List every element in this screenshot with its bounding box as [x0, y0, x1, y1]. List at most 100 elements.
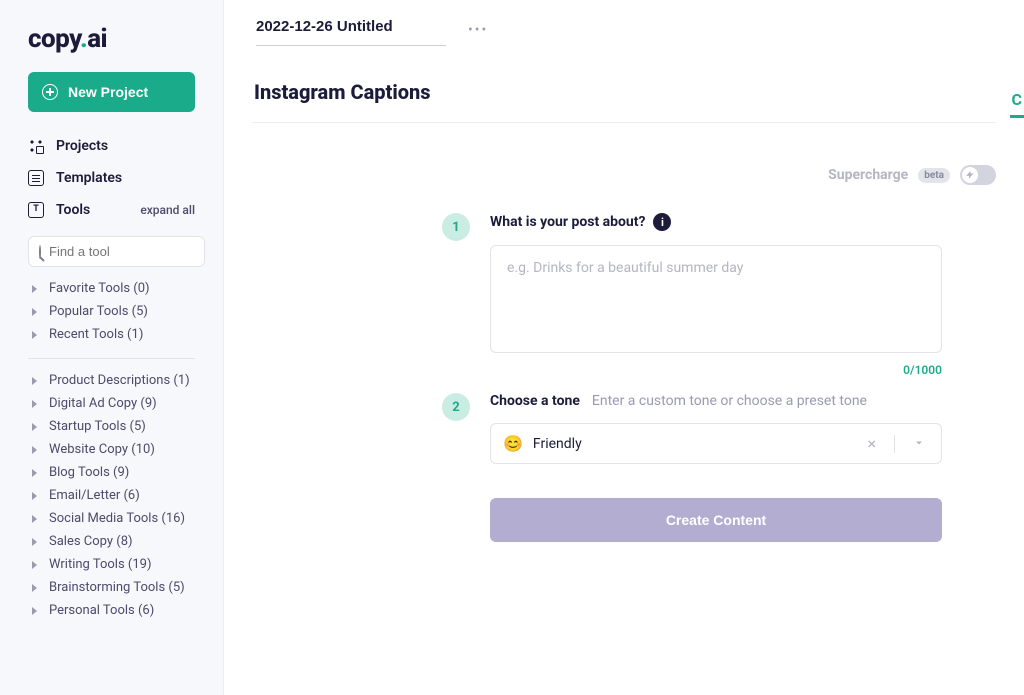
sidebar-item-label: Email/Letter (6)	[49, 488, 140, 503]
step-2-label: Choose a tone Enter a custom tone or cho…	[490, 393, 942, 409]
sidebar-item-personal-tools[interactable]: Personal Tools (6)	[0, 599, 223, 622]
sidebar-item-label: Brainstorming Tools (5)	[49, 580, 185, 595]
chevron-right-icon	[32, 515, 37, 523]
form: 1 What is your post about? i 0/1000 2	[442, 213, 942, 542]
projects-icon	[28, 138, 44, 154]
chevron-right-icon	[32, 469, 37, 477]
chevron-right-icon	[32, 423, 37, 431]
project-title-input[interactable]	[256, 14, 446, 46]
new-project-label: New Project	[68, 84, 148, 100]
bolt-icon	[965, 170, 975, 180]
step-1-badge: 1	[442, 213, 470, 241]
tool-search[interactable]	[28, 236, 205, 267]
sidebar-item-label: Personal Tools (6)	[49, 603, 154, 618]
step-1-label: What is your post about? i	[490, 213, 942, 231]
sidebar-item-brainstorming-tools[interactable]: Brainstorming Tools (5)	[0, 576, 223, 599]
step-2: 2 Choose a tone Enter a custom tone or c…	[442, 393, 942, 542]
nav-tools[interactable]: Tools expand all	[0, 194, 223, 226]
toggle-knob	[962, 167, 978, 183]
sidebar-item-label: Sales Copy (8)	[49, 534, 133, 549]
step-2-hint: Enter a custom tone or choose a preset t…	[592, 393, 867, 409]
supercharge-row: Supercharge beta	[252, 123, 996, 213]
chevron-right-icon	[32, 584, 37, 592]
sidebar-item-recent-tools[interactable]: Recent Tools (1)	[0, 323, 223, 346]
chevron-right-icon	[32, 400, 37, 408]
sidebar-item-favorite-tools[interactable]: Favorite Tools (0)	[0, 277, 223, 300]
sidebar-item-writing-tools[interactable]: Writing Tools (19)	[0, 553, 223, 576]
new-project-button[interactable]: New Project	[28, 72, 195, 112]
chevron-right-icon	[32, 561, 37, 569]
chevron-right-icon	[32, 538, 37, 546]
plus-circle-icon	[42, 84, 58, 100]
divider	[28, 358, 195, 359]
chevron-right-icon	[32, 607, 37, 615]
templates-icon	[28, 170, 44, 186]
supercharge-label: Supercharge	[828, 167, 908, 183]
character-counter: 0/1000	[490, 363, 942, 377]
separator	[894, 435, 895, 453]
sidebar-item-label: Writing Tools (19)	[49, 557, 151, 572]
brand-name-ai: ai	[87, 24, 107, 54]
sidebar-item-label: Social Media Tools (16)	[49, 511, 185, 526]
main-content: ••• Instagram Captions C Supercharge bet…	[224, 0, 1024, 695]
nav-projects[interactable]: Projects	[0, 130, 223, 162]
nav-projects-label: Projects	[56, 138, 108, 154]
nav-templates-label: Templates	[56, 170, 122, 186]
info-icon[interactable]: i	[653, 213, 671, 231]
sidebar-item-social-media-tools[interactable]: Social Media Tools (16)	[0, 507, 223, 530]
post-about-input[interactable]	[490, 245, 942, 353]
primary-nav: Projects Templates Tools expand all	[0, 130, 223, 232]
sidebar-item-label: Favorite Tools (0)	[49, 281, 150, 296]
tone-select[interactable]: 😊 Friendly ×	[490, 423, 942, 464]
chevron-right-icon	[32, 285, 37, 293]
more-menu-button[interactable]: •••	[462, 18, 494, 42]
supercharge-toggle[interactable]	[960, 165, 996, 185]
nav-templates[interactable]: Templates	[0, 162, 223, 194]
search-icon	[39, 245, 41, 259]
topbar: •••	[224, 0, 1024, 46]
search-input[interactable]	[49, 244, 225, 259]
sidebar-item-label: Product Descriptions (1)	[49, 373, 190, 388]
sidebar-item-label: Startup Tools (5)	[49, 419, 146, 434]
clear-tone-button[interactable]: ×	[859, 434, 884, 453]
tools-icon	[28, 202, 44, 218]
chevron-right-icon	[32, 308, 37, 316]
step-1: 1 What is your post about? i 0/1000	[442, 213, 942, 377]
sidebar-item-label: Popular Tools (5)	[49, 304, 148, 319]
tone-value: Friendly	[533, 436, 850, 452]
page-header: Instagram Captions	[252, 56, 996, 123]
sidebar-item-website-copy[interactable]: Website Copy (10)	[0, 438, 223, 461]
sidebar-item-label: Recent Tools (1)	[49, 327, 143, 342]
create-content-button[interactable]: Create Content	[490, 498, 942, 542]
chevron-right-icon	[32, 492, 37, 500]
sidebar-item-digital-ad-copy[interactable]: Digital Ad Copy (9)	[0, 392, 223, 415]
output-tab-indicator[interactable]: C	[1010, 84, 1024, 118]
sidebar-item-email-letter[interactable]: Email/Letter (6)	[0, 484, 223, 507]
sidebar-item-startup-tools[interactable]: Startup Tools (5)	[0, 415, 223, 438]
chevron-right-icon	[32, 331, 37, 339]
create-content-label: Create Content	[666, 512, 766, 528]
sidebar-item-sales-copy[interactable]: Sales Copy (8)	[0, 530, 223, 553]
nav-tools-label: Tools	[56, 202, 90, 218]
sidebar: copy.ai New Project Projects Templates T…	[0, 0, 224, 695]
brand-name-copy: copy	[28, 24, 80, 54]
sidebar-item-label: Blog Tools (9)	[49, 465, 129, 480]
expand-all-link[interactable]: expand all	[140, 203, 195, 217]
step-2-badge: 2	[442, 393, 470, 421]
sidebar-item-label: Website Copy (10)	[49, 442, 155, 457]
tool-categories: Favorite Tools (0) Popular Tools (5) Rec…	[0, 277, 223, 695]
page-title: Instagram Captions	[254, 80, 431, 104]
content-scroll: Instagram Captions C Supercharge beta 1	[224, 46, 1024, 695]
brand-logo[interactable]: copy.ai	[0, 0, 223, 72]
sidebar-item-product-descriptions[interactable]: Product Descriptions (1)	[0, 369, 223, 392]
sidebar-item-label: Digital Ad Copy (9)	[49, 396, 157, 411]
step-2-text: Choose a tone	[490, 393, 580, 409]
chevron-right-icon	[32, 446, 37, 454]
sidebar-item-blog-tools[interactable]: Blog Tools (9)	[0, 461, 223, 484]
tone-emoji-icon: 😊	[503, 434, 523, 453]
step-1-text: What is your post about?	[490, 214, 645, 230]
chevron-down-icon[interactable]	[905, 434, 929, 453]
sidebar-item-popular-tools[interactable]: Popular Tools (5)	[0, 300, 223, 323]
chevron-right-icon	[32, 377, 37, 385]
beta-badge: beta	[918, 168, 950, 183]
